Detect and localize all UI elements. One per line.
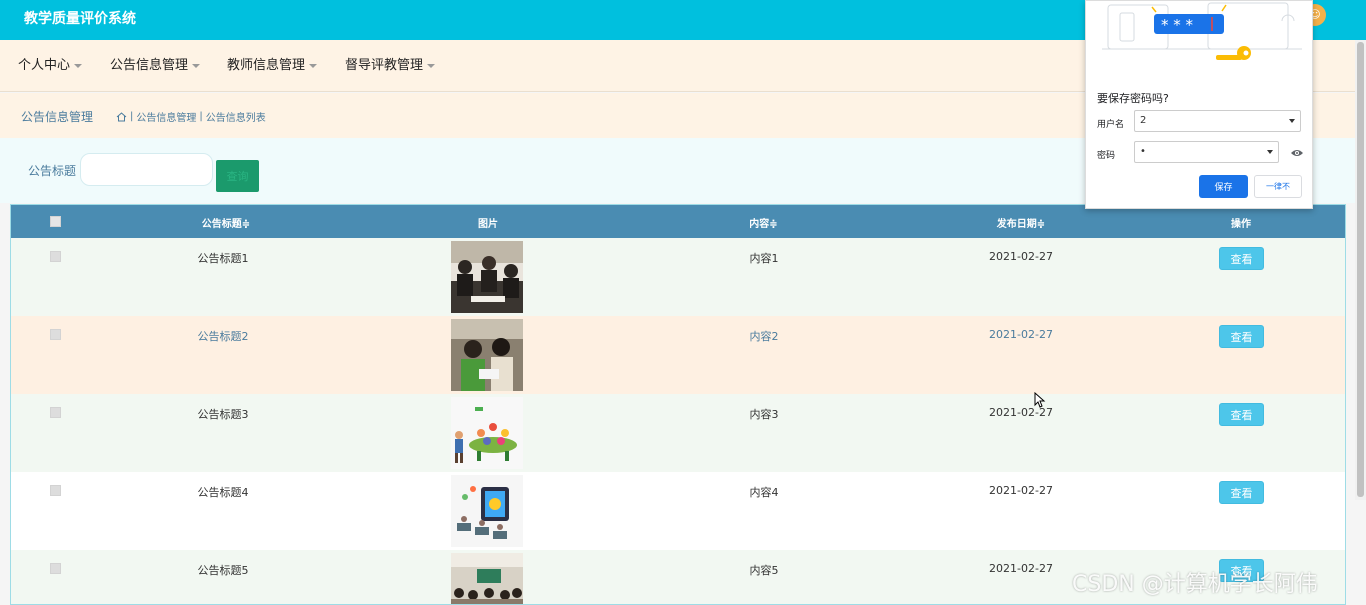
caret-down-icon bbox=[427, 63, 436, 68]
row-checkbox[interactable] bbox=[50, 329, 61, 340]
notice-date-cell: 2021-02-27 bbox=[989, 484, 1053, 497]
menu-item-label: 督导评教管理 bbox=[345, 58, 424, 73]
username-select[interactable]: 2 bbox=[1134, 110, 1301, 132]
caret-down-icon bbox=[74, 63, 83, 68]
view-button[interactable]: 查看 bbox=[1219, 481, 1264, 504]
notice-image bbox=[451, 397, 523, 469]
notice-title-cell: 公告标题5 bbox=[197, 564, 249, 577]
table-row: 公告标题1 内容1 2021-02-27 查看 bbox=[11, 238, 1345, 316]
row-checkbox[interactable] bbox=[50, 251, 61, 262]
breadcrumb-item: 公告信息列表 bbox=[205, 113, 266, 124]
column-header-date[interactable]: 发布日期≑ bbox=[981, 215, 1061, 230]
caret-down-icon bbox=[192, 63, 201, 68]
table-row: 公告标题3 内容3 2021-02-27 查看 bbox=[11, 394, 1345, 472]
scrollbar-thumb[interactable] bbox=[1357, 42, 1364, 497]
svg-text:* * *: * * * bbox=[1161, 16, 1194, 34]
username-value: 2 bbox=[1140, 115, 1147, 126]
row-checkbox[interactable] bbox=[50, 407, 61, 418]
select-all-checkbox[interactable] bbox=[50, 216, 61, 227]
view-button[interactable]: 查看 bbox=[1219, 403, 1264, 426]
password-select[interactable]: • bbox=[1134, 141, 1279, 163]
table-header: 公告标题≑ 图片 内容≑ 发布日期≑ 操作 bbox=[11, 205, 1345, 238]
notice-content-cell: 内容3 bbox=[749, 408, 779, 421]
save-password-dialog: * * * 要保存密码吗? 用户名 2 密码 • 保存 一律不 bbox=[1085, 0, 1313, 209]
notice-date-cell: 2021-02-27 bbox=[989, 250, 1053, 263]
password-illustration: * * * bbox=[1086, 1, 1314, 76]
search-button[interactable]: 查询 bbox=[216, 160, 259, 192]
search-input[interactable] bbox=[80, 153, 213, 186]
notice-date-cell: 2021-02-27 bbox=[989, 562, 1053, 575]
page-heading: 公告信息管理 bbox=[21, 110, 94, 124]
notice-image bbox=[451, 553, 523, 604]
view-button[interactable]: 查看 bbox=[1219, 325, 1264, 348]
show-password-eye-icon[interactable] bbox=[1290, 147, 1304, 157]
menu-item-notice-management[interactable]: 公告信息管理 bbox=[110, 54, 201, 73]
breadcrumb-item[interactable]: 公告信息管理 bbox=[136, 109, 196, 124]
notice-image bbox=[451, 475, 523, 547]
notice-content-cell: 内容5 bbox=[749, 564, 779, 577]
page-scrollbar[interactable] bbox=[1355, 40, 1366, 500]
notice-image bbox=[451, 241, 523, 313]
username-label: 用户名 bbox=[1097, 120, 1125, 130]
notice-title-cell: 公告标题4 bbox=[197, 486, 249, 499]
mouse-cursor-icon bbox=[1034, 391, 1046, 408]
notice-table: 公告标题≑ 图片 内容≑ 发布日期≑ 操作 公告标题1 内容1 2021-02-… bbox=[10, 204, 1346, 605]
notice-image bbox=[451, 319, 523, 391]
table-row: 公告标题4 内容4 2021-02-27 查看 bbox=[11, 472, 1345, 550]
notice-title-cell: 公告标题3 bbox=[197, 408, 249, 421]
breadcrumb-separator: | bbox=[199, 111, 203, 122]
notice-date-cell: 2021-02-27 bbox=[989, 328, 1053, 341]
column-header-actions: 操作 bbox=[1231, 219, 1251, 230]
menu-item-label: 公告信息管理 bbox=[110, 58, 189, 73]
notice-content-cell: 内容1 bbox=[749, 252, 779, 265]
menu-item-label: 教师信息管理 bbox=[227, 58, 306, 73]
notice-content-cell: 内容4 bbox=[749, 486, 779, 499]
watermark: CSDN @计算机学长阿伟 bbox=[1072, 572, 1318, 597]
caret-down-icon bbox=[1267, 150, 1273, 154]
row-checkbox[interactable] bbox=[50, 485, 61, 496]
home-icon[interactable] bbox=[116, 111, 127, 122]
view-button[interactable]: 查看 bbox=[1219, 247, 1264, 270]
never-save-button[interactable]: 一律不 bbox=[1254, 175, 1302, 198]
menu-item-teacher-management[interactable]: 教师信息管理 bbox=[227, 54, 318, 73]
notice-date-cell: 2021-02-27 bbox=[989, 406, 1053, 419]
breadcrumb-separator: | bbox=[130, 111, 134, 122]
notice-content-cell: 内容2 bbox=[749, 330, 779, 343]
column-header-title[interactable]: 公告标题≑ bbox=[181, 215, 271, 230]
search-label: 公告标题 bbox=[28, 164, 77, 178]
password-value: • bbox=[1140, 146, 1146, 157]
notice-title-cell: 公告标题2 bbox=[197, 330, 249, 343]
password-label: 密码 bbox=[1097, 151, 1116, 161]
dialog-title: 要保存密码吗? bbox=[1097, 92, 1169, 105]
notice-title-cell: 公告标题1 bbox=[197, 252, 249, 265]
menu-item-label: 个人中心 bbox=[18, 58, 71, 73]
app-title: 教学质量评价系统 bbox=[24, 11, 136, 27]
caret-down-icon bbox=[309, 63, 318, 68]
breadcrumb: | 公告信息管理 | 公告信息列表 bbox=[116, 109, 266, 124]
save-password-button[interactable]: 保存 bbox=[1199, 175, 1248, 198]
row-checkbox[interactable] bbox=[50, 563, 61, 574]
column-header-content[interactable]: 内容≑ bbox=[731, 215, 796, 230]
column-header-image: 图片 bbox=[478, 219, 498, 230]
caret-down-icon bbox=[1289, 119, 1295, 123]
menu-item-personal-center[interactable]: 个人中心 bbox=[18, 54, 83, 73]
menu-item-supervision-management[interactable]: 督导评教管理 bbox=[345, 54, 436, 73]
table-row: 公告标题2 内容2 2021-02-27 查看 bbox=[11, 316, 1345, 394]
